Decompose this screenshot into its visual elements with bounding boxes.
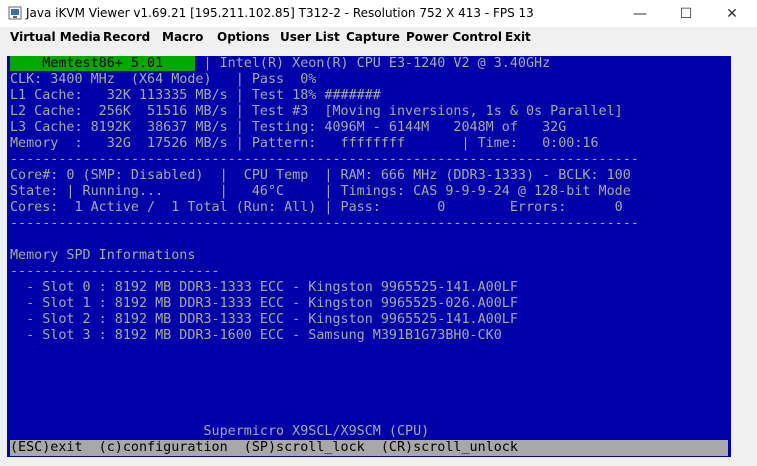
close-button[interactable]: ✕ xyxy=(709,0,755,27)
console-divider: -------------------------- xyxy=(10,264,220,279)
maximize-button[interactable]: ☐ xyxy=(663,0,709,27)
spd-heading: Memory SPD Informations xyxy=(10,248,196,263)
java-app-icon xyxy=(8,6,22,20)
vertical-scrollbar[interactable] xyxy=(739,56,751,457)
console-divider: ----------------------------------------… xyxy=(10,152,639,167)
console-line: State: | Running... | 46°C | Timings: CA… xyxy=(10,184,631,199)
window-title: Java iKVM Viewer v1.69.21 [195.211.102.8… xyxy=(26,6,534,20)
remote-console-screen[interactable]: Memtest86+ 5.01 | Intel(R) Xeon(R) CPU E… xyxy=(7,56,731,457)
spd-slot: - Slot 1 : 8192 MB DDR3-1333 ECC - Kings… xyxy=(10,296,518,311)
console-line: Memory : 32G 17526 MB/s | Pattern: fffff… xyxy=(10,136,599,151)
menu-capture[interactable]: Capture xyxy=(346,30,400,44)
console-line: L1 Cache: 32K 113335 MB/s | Test 18% ###… xyxy=(10,88,381,103)
console-line: CLK: 3400 MHz (X64 Mode) | Pass 0% xyxy=(10,72,317,87)
menu-exit[interactable]: Exit xyxy=(505,30,531,44)
console-line: Cores: 1 Active / 1 Total (Run: All) | P… xyxy=(10,200,623,215)
menu-record[interactable]: Record xyxy=(103,30,150,44)
spd-slot: - Slot 0 : 8192 MB DDR3-1333 ECC - Kings… xyxy=(10,280,518,295)
menu-bar: Virtual Media Record Macro Options User … xyxy=(0,27,757,48)
console-help-bar: (ESC)exit (c)configuration (SP)scroll_lo… xyxy=(10,440,728,456)
console-line: Core#: 0 (SMP: Disabled) | CPU Temp | RA… xyxy=(10,168,631,183)
console-line: L2 Cache: 256K 51516 MB/s | Test #3 [Mov… xyxy=(10,104,623,119)
minimize-button[interactable]: — xyxy=(617,0,663,27)
spd-slot: - Slot 3 : 8192 MB DDR3-1600 ECC - Samsu… xyxy=(10,328,502,343)
motherboard-label: Supermicro X9SCL/X9SCM (CPU) xyxy=(10,424,430,439)
console-help-text: (ESC)exit (c)configuration (SP)scroll_lo… xyxy=(10,440,518,455)
close-icon: ✕ xyxy=(726,5,738,22)
console-line: Memtest86+ 5.01 | Intel(R) Xeon(R) CPU E… xyxy=(10,56,550,72)
memtest-brand: Memtest86+ 5.01 xyxy=(10,56,196,71)
menu-user-list[interactable]: User List xyxy=(280,30,340,44)
menu-options[interactable]: Options xyxy=(217,30,270,44)
maximize-icon: ☐ xyxy=(679,5,693,22)
minimize-icon: — xyxy=(633,5,647,22)
console-divider: ----------------------------------------… xyxy=(10,216,639,231)
cpu-info: | Intel(R) Xeon(R) CPU E3-1240 V2 @ 3.40… xyxy=(195,56,551,71)
console-line: L3 Cache: 8192K 38637 MB/s | Testing: 40… xyxy=(10,120,567,135)
spd-slot: - Slot 2 : 8192 MB DDR3-1333 ECC - Kings… xyxy=(10,312,518,327)
menu-macro[interactable]: Macro xyxy=(162,30,203,44)
title-bar: Java iKVM Viewer v1.69.21 [195.211.102.8… xyxy=(0,0,757,27)
menu-virtual-media[interactable]: Virtual Media xyxy=(10,30,101,44)
menu-power-control[interactable]: Power Control xyxy=(406,30,502,44)
